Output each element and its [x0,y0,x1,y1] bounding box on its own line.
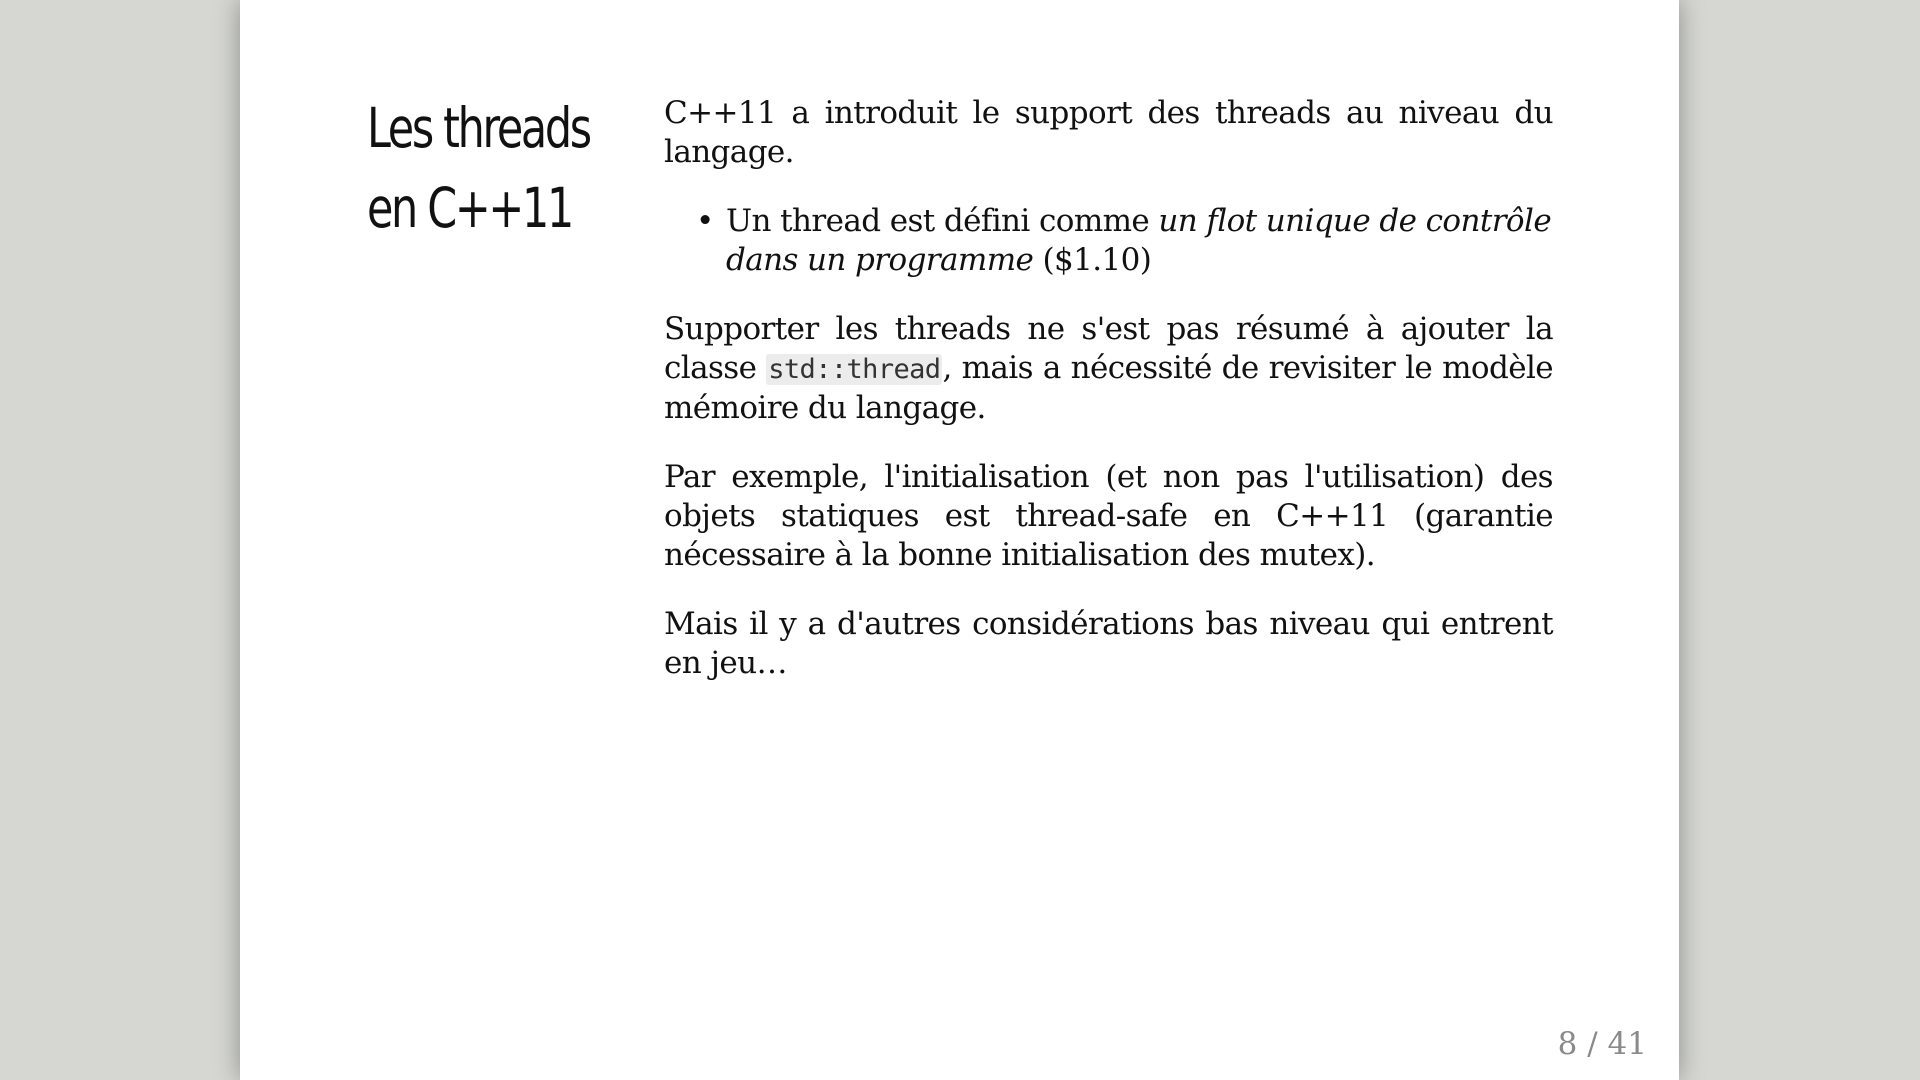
slide-title-line-2: en C++11 [367,176,574,240]
bullet-item: • Un thread est défini comme un flot uni… [696,202,1553,280]
bullet-text-suffix: ($1.10) [1033,242,1152,278]
bullet-list: • Un thread est défini comme un flot uni… [664,202,1553,280]
intro-paragraph: C++11 a introduit le support des threads… [664,95,1554,170]
bullet-text-prefix: Un thread est défini comme [726,203,1159,239]
bullet-icon: • [696,203,714,239]
std-thread-code: std::thread [766,354,943,385]
slide-title: Les threads en C++11 [367,88,592,248]
slide[interactable]: Les threads en C++11 C++11 a introduit l… [240,0,1679,1080]
memory-model-paragraph: Supporter les threads ne s'est pas résum… [664,310,1554,428]
slide-title-line-1: Les threads [367,96,592,160]
static-init-paragraph: Par exemple, l'initialisation (et non pa… [664,459,1554,573]
page-number: 8 / 41 [1557,1026,1647,1062]
slide-content: C++11 a introduit le support des threads… [664,94,1554,713]
presentation-viewport: Les threads en C++11 C++11 a introduit l… [0,0,1920,1080]
low-level-paragraph: Mais il y a d'autres considérations bas … [664,606,1554,681]
